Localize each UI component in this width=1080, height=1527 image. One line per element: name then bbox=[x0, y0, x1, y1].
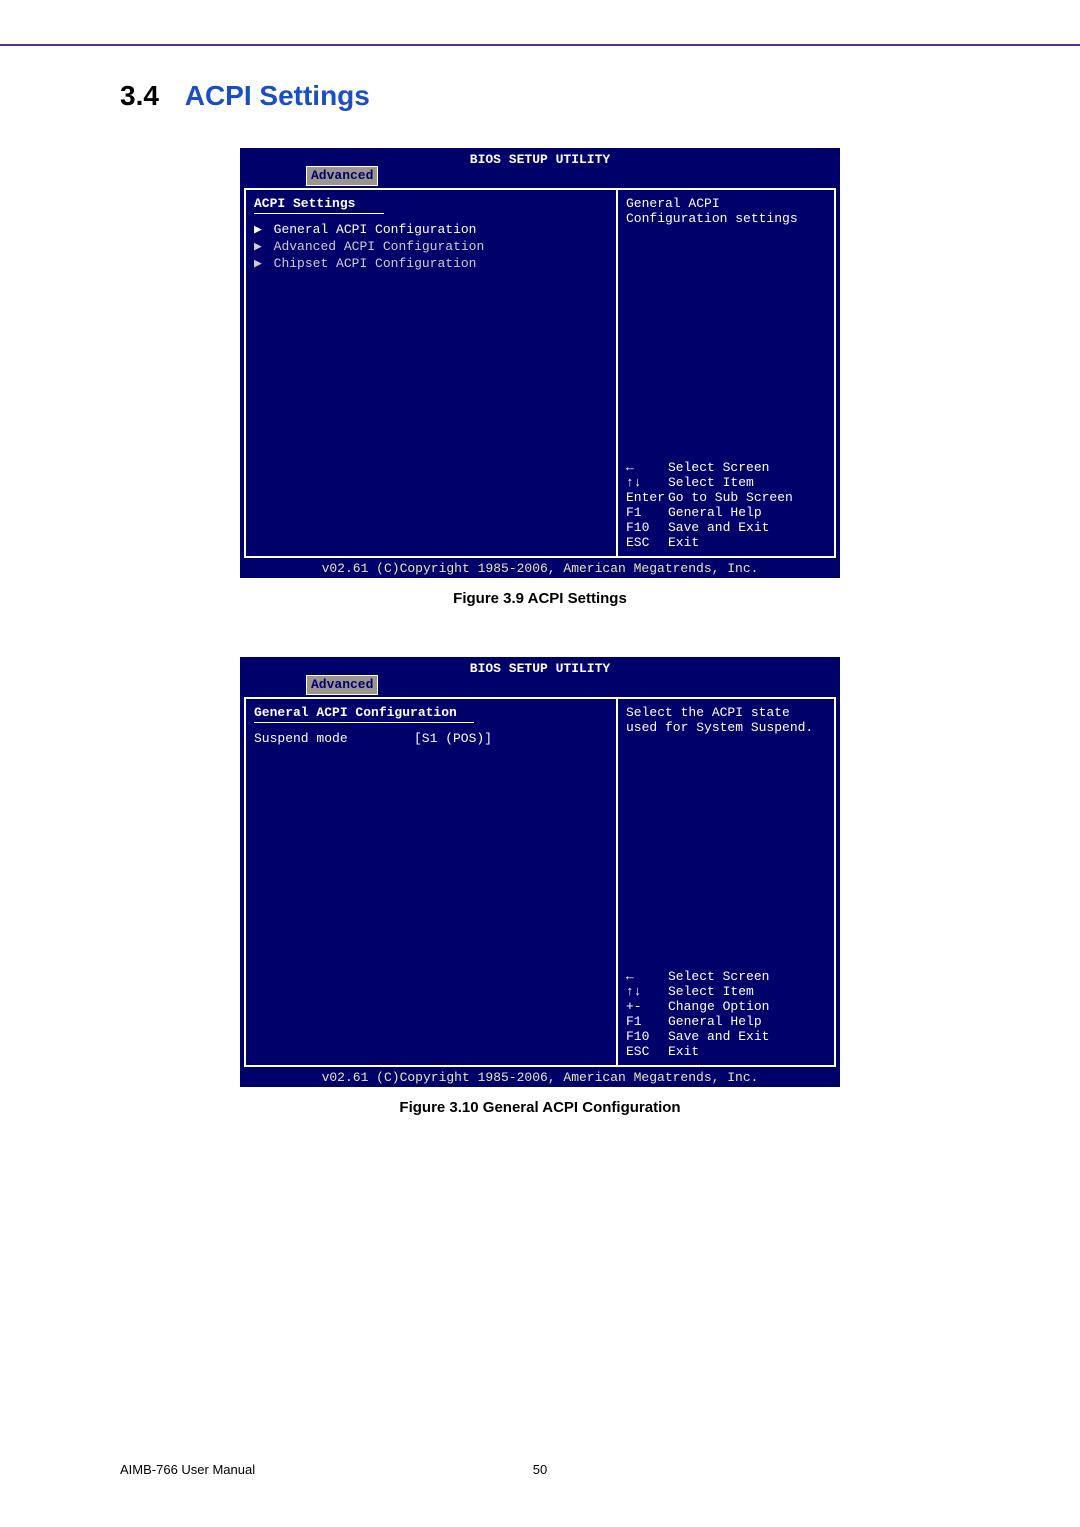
bios-right-pane: General ACPI Configuration settings ←Sel… bbox=[616, 190, 834, 556]
nav-line: ESCExit bbox=[626, 535, 826, 550]
nav-line: F1General Help bbox=[626, 1014, 826, 1029]
bios-left-pane: ACPI Settings ▶ General ACPI Configurati… bbox=[246, 190, 616, 556]
bios-nav-legend: ←Select Screen ↑↓Select Item EnterGo to … bbox=[626, 460, 826, 550]
triangle-right-icon: ▶ bbox=[254, 222, 262, 237]
bios-tab-advanced: Advanced bbox=[306, 675, 378, 695]
nav-desc: Select Item bbox=[668, 984, 826, 999]
nav-key: F10 bbox=[626, 1029, 668, 1044]
bios-option-label: Suspend mode bbox=[254, 731, 414, 746]
nav-key: Enter bbox=[626, 490, 668, 505]
bios-body: General ACPI Configuration Suspend mode … bbox=[244, 697, 836, 1067]
heading-underline bbox=[254, 722, 474, 723]
bios-title: BIOS SETUP UTILITY bbox=[240, 148, 840, 167]
figure-caption: Figure 3.9 ACPI Settings bbox=[0, 590, 1080, 607]
nav-key: ← bbox=[626, 969, 668, 984]
bios-nav-legend: ←Select Screen ↑↓Select Item +-Change Op… bbox=[626, 969, 826, 1059]
bios-footer: v02.61 (C)Copyright 1985-2006, American … bbox=[240, 561, 840, 576]
nav-key: F10 bbox=[626, 520, 668, 535]
nav-key: F1 bbox=[626, 505, 668, 520]
bios-left-pane: General ACPI Configuration Suspend mode … bbox=[246, 699, 616, 1065]
bios-screenshot-acpi-settings: BIOS SETUP UTILITY Advanced ACPI Setting… bbox=[240, 148, 840, 578]
nav-desc: General Help bbox=[668, 505, 826, 520]
nav-desc: Select Item bbox=[668, 475, 826, 490]
bios-tabbar: Advanced bbox=[240, 166, 840, 184]
nav-line: F1General Help bbox=[626, 505, 826, 520]
nav-key: ↑↓ bbox=[626, 984, 668, 999]
triangle-right-icon: ▶ bbox=[254, 239, 262, 254]
nav-line: F10Save and Exit bbox=[626, 1029, 826, 1044]
nav-desc: Change Option bbox=[668, 999, 826, 1014]
section-title: ACPI Settings bbox=[185, 80, 370, 111]
bios-footer: v02.61 (C)Copyright 1985-2006, American … bbox=[240, 1070, 840, 1085]
nav-desc: Exit bbox=[668, 535, 826, 550]
nav-desc: Select Screen bbox=[668, 460, 826, 475]
nav-line: ←Select Screen bbox=[626, 969, 826, 984]
nav-desc: Select Screen bbox=[668, 969, 826, 984]
bios-title: BIOS SETUP UTILITY bbox=[240, 657, 840, 676]
bios-option-value: [S1 (POS)] bbox=[414, 731, 492, 746]
bios-tabbar: Advanced bbox=[240, 675, 840, 693]
section-number: 3.4 bbox=[120, 80, 159, 111]
nav-line: ←Select Screen bbox=[626, 460, 826, 475]
nav-key: ↑↓ bbox=[626, 475, 668, 490]
nav-key: +- bbox=[626, 999, 668, 1014]
nav-line: ↑↓Select Item bbox=[626, 475, 826, 490]
bios-menu-item: ▶ Advanced ACPI Configuration bbox=[254, 239, 608, 254]
bios-menu-item: ▶ General ACPI Configuration bbox=[254, 222, 608, 237]
nav-key: ESC bbox=[626, 1044, 668, 1059]
bios-pane-heading: General ACPI Configuration bbox=[254, 705, 608, 720]
nav-key: ← bbox=[626, 460, 668, 475]
page-top-rule bbox=[0, 44, 1080, 46]
nav-desc: Go to Sub Screen bbox=[668, 490, 826, 505]
bios-option-row: Suspend mode [S1 (POS)] bbox=[254, 731, 608, 746]
nav-line: F10Save and Exit bbox=[626, 520, 826, 535]
heading-underline bbox=[254, 213, 384, 214]
nav-desc: Save and Exit bbox=[668, 1029, 826, 1044]
bios-menu-item: ▶ Chipset ACPI Configuration bbox=[254, 256, 608, 271]
bios-help-text: Select the ACPI state used for System Su… bbox=[626, 705, 826, 735]
triangle-right-icon: ▶ bbox=[254, 256, 262, 271]
bios-body: ACPI Settings ▶ General ACPI Configurati… bbox=[244, 188, 836, 558]
bios-menu-label: Chipset ACPI Configuration bbox=[274, 256, 477, 271]
bios-screenshot-general-acpi: BIOS SETUP UTILITY Advanced General ACPI… bbox=[240, 657, 840, 1087]
nav-line: ↑↓Select Item bbox=[626, 984, 826, 999]
figure-caption: Figure 3.10 General ACPI Configuration bbox=[0, 1099, 1080, 1116]
bios-help-text: General ACPI Configuration settings bbox=[626, 196, 826, 226]
bios-menu-label: General ACPI Configuration bbox=[274, 222, 477, 237]
nav-desc: Exit bbox=[668, 1044, 826, 1059]
page-number: 50 bbox=[0, 1462, 1080, 1477]
bios-pane-heading: ACPI Settings bbox=[254, 196, 608, 211]
nav-desc: Save and Exit bbox=[668, 520, 826, 535]
nav-line: +-Change Option bbox=[626, 999, 826, 1014]
bios-menu-label: Advanced ACPI Configuration bbox=[274, 239, 485, 254]
nav-key: ESC bbox=[626, 535, 668, 550]
nav-desc: General Help bbox=[668, 1014, 826, 1029]
section-heading: 3.4 ACPI Settings bbox=[120, 80, 370, 112]
bios-tab-advanced: Advanced bbox=[306, 166, 378, 186]
nav-key: F1 bbox=[626, 1014, 668, 1029]
nav-line: ESCExit bbox=[626, 1044, 826, 1059]
bios-right-pane: Select the ACPI state used for System Su… bbox=[616, 699, 834, 1065]
nav-line: EnterGo to Sub Screen bbox=[626, 490, 826, 505]
